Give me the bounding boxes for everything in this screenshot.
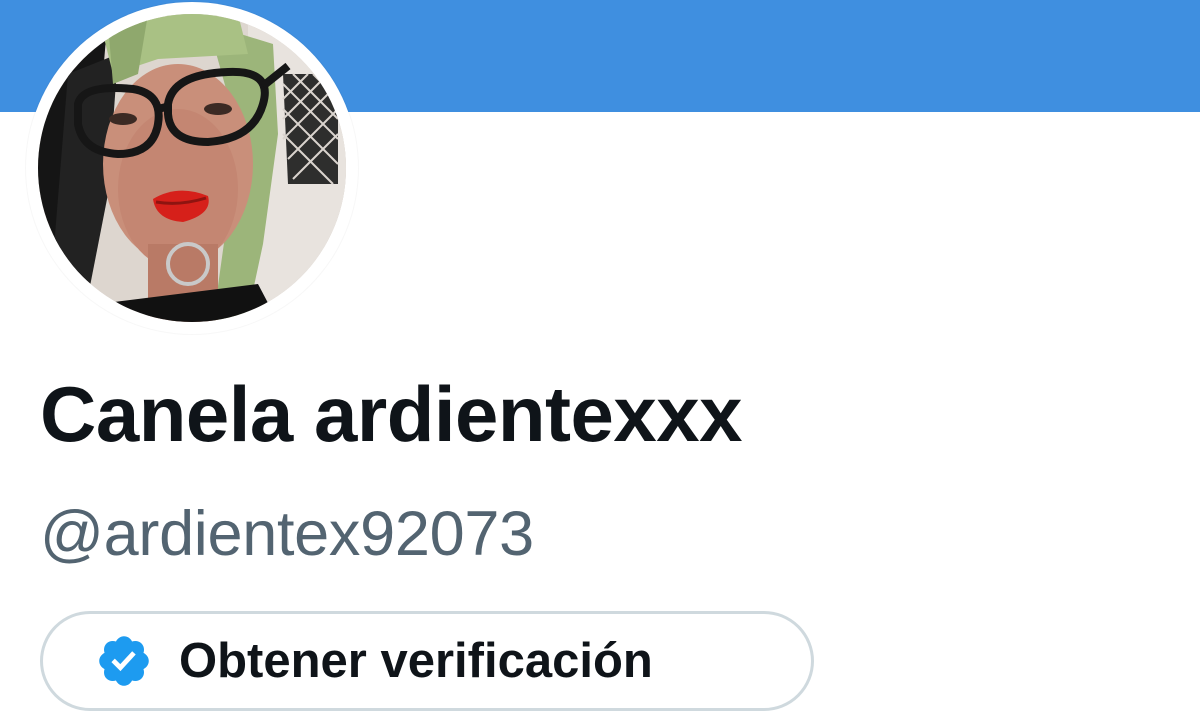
verified-badge-icon xyxy=(99,636,149,686)
avatar[interactable] xyxy=(38,14,346,322)
get-verified-button[interactable]: Obtener verificación xyxy=(40,611,814,711)
display-name: Canela ardientexxx xyxy=(40,370,743,458)
fishnet-pattern xyxy=(282,73,339,185)
user-handle: @ardientex92073 xyxy=(40,499,534,569)
profile-page: Canela ardientexxx @ardientex92073 Obten… xyxy=(0,0,1200,720)
get-verified-label: Obtener verificación xyxy=(179,634,653,688)
avatar-ring xyxy=(26,2,358,334)
avatar-image xyxy=(38,14,346,322)
